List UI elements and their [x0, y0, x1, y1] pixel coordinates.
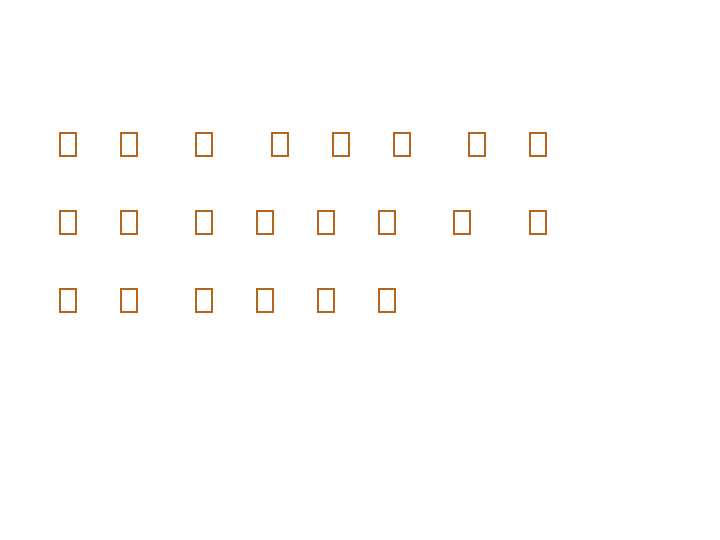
- missing-glyph-box: [59, 210, 77, 235]
- missing-glyph-box: [317, 288, 335, 313]
- missing-glyph-box: [393, 132, 411, 157]
- missing-glyph-box: [378, 210, 396, 235]
- missing-glyph-box: [120, 288, 138, 313]
- missing-glyph-box: [195, 288, 213, 313]
- missing-glyph-box: [256, 288, 274, 313]
- missing-glyph-box: [256, 210, 274, 235]
- slide-canvas: { "glyph_color": "#b5651d", "rows": [ { …: [0, 0, 720, 540]
- missing-glyph-box: [317, 210, 335, 235]
- glyph-rows: [0, 0, 720, 540]
- missing-glyph-box: [378, 288, 396, 313]
- missing-glyph-box: [195, 210, 213, 235]
- missing-glyph-box: [120, 210, 138, 235]
- missing-glyph-box: [59, 288, 77, 313]
- missing-glyph-box: [271, 132, 289, 157]
- missing-glyph-box: [195, 132, 213, 157]
- missing-glyph-box: [529, 132, 547, 157]
- missing-glyph-box: [453, 210, 471, 235]
- missing-glyph-box: [120, 132, 138, 157]
- missing-glyph-box: [529, 210, 547, 235]
- missing-glyph-box: [332, 132, 350, 157]
- missing-glyph-box: [468, 132, 486, 157]
- missing-glyph-box: [59, 132, 77, 157]
